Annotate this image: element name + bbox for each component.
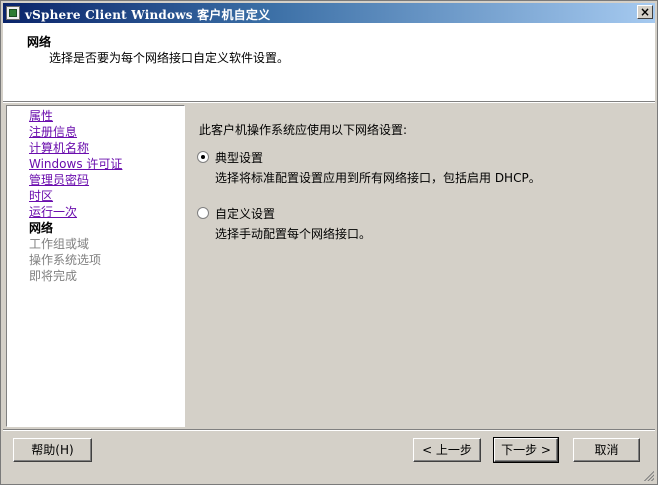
step-windows-license[interactable]: Windows 许可证 [29, 156, 122, 172]
step-registration[interactable]: 注册信息 [29, 124, 77, 140]
close-button[interactable]: × [637, 5, 653, 19]
typical-settings-radio[interactable] [197, 151, 209, 163]
step-admin-password[interactable]: 管理员密码 [29, 172, 89, 188]
page-subtitle: 选择是否要为每个网络接口自定义软件设置。 [49, 51, 290, 65]
custom-settings-label[interactable]: 自定义设置 [215, 205, 275, 222]
header-divider [3, 102, 655, 103]
typical-settings-label[interactable]: 典型设置 [215, 149, 263, 166]
wizard-window: vSphere Client Windows 客户机自定义 × 网络 选择是否要… [0, 0, 658, 485]
custom-settings-radio[interactable] [197, 207, 209, 219]
title-bar[interactable]: vSphere Client Windows 客户机自定义 × [3, 3, 655, 23]
step-network: 网络 [29, 221, 54, 235]
window-title: vSphere Client Windows 客户机自定义 [25, 8, 271, 22]
cancel-button[interactable]: 取消 [573, 438, 640, 462]
back-button[interactable]: < 上一步 [413, 438, 481, 462]
network-settings-panel: 此客户机操作系统应使用以下网络设置: 典型设置 选择将标准配置设置应用到所有网络… [185, 105, 655, 427]
next-button[interactable]: 下一步 > [493, 437, 559, 463]
step-os-options: 操作系统选项 [29, 253, 102, 267]
wizard-steps-panel: 属性 注册信息 计算机名称 Windows 许可证 管理员密码 时区 运行一次 … [6, 105, 185, 427]
step-ready-to-complete: 即将完成 [29, 269, 78, 283]
help-button[interactable]: 帮助(H) [13, 438, 92, 462]
footer-divider-highlight [3, 430, 655, 431]
resize-grip-icon[interactable] [642, 469, 654, 481]
step-computer-name[interactable]: 计算机名称 [29, 140, 89, 156]
step-time-zone[interactable]: 时区 [29, 188, 53, 204]
wizard-header: 网络 选择是否要为每个网络接口自定义软件设置。 [3, 23, 655, 102]
step-run-once[interactable]: 运行一次 [29, 204, 77, 220]
step-workgroup-domain: 工作组或域 [29, 237, 90, 251]
page-title: 网络 [27, 35, 52, 49]
custom-settings-description: 选择手动配置每个网络接口。 [215, 227, 372, 241]
typical-settings-description: 选择将标准配置设置应用到所有网络接口，包括启用 DHCP。 [215, 171, 541, 185]
step-properties[interactable]: 属性 [29, 108, 53, 124]
app-icon [6, 6, 20, 20]
intro-text: 此客户机操作系统应使用以下网络设置: [199, 123, 408, 137]
